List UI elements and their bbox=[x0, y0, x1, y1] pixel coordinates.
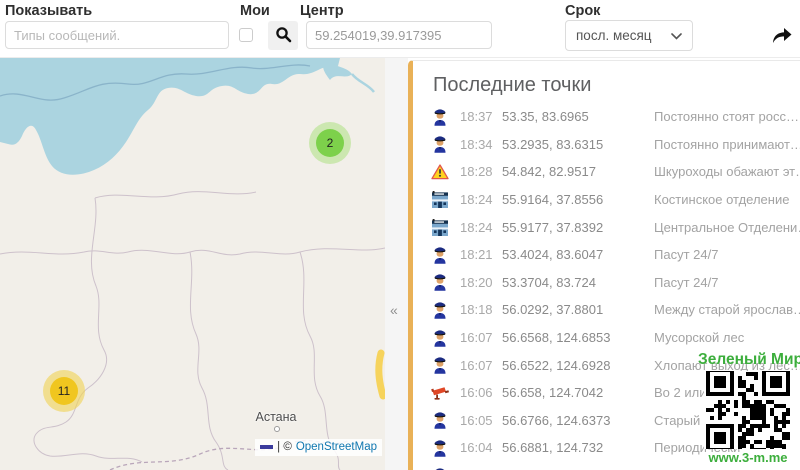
point-description: Мусорской лес bbox=[654, 330, 800, 345]
point-time: 18:34 bbox=[460, 137, 498, 152]
list-item[interactable]: 18:34 53.2935, 83.6315 Постоянно принима… bbox=[413, 131, 800, 159]
chevron-down-icon bbox=[671, 28, 682, 43]
point-time: 16:06 bbox=[460, 385, 498, 400]
map-canvas[interactable]: 2 11 Астана | © OpenStreetMap bbox=[0, 58, 385, 470]
point-description: Костинское отделение bbox=[654, 192, 800, 207]
police-officer-icon bbox=[429, 411, 451, 429]
list-item[interactable]: 18:18 56.0292, 37.8801 Между старой ярос… bbox=[413, 296, 800, 324]
police-station-icon bbox=[429, 219, 451, 236]
point-time: 18:24 bbox=[460, 192, 498, 207]
police-officer-icon bbox=[429, 356, 451, 374]
panel-title: Последние точки bbox=[413, 61, 800, 103]
point-coordinates: 55.9164, 37.8556 bbox=[502, 192, 654, 207]
point-coordinates: 56.6881, 124.732 bbox=[502, 440, 654, 455]
panel-gap bbox=[385, 58, 408, 470]
search-icon bbox=[275, 26, 292, 46]
point-time: 16:07 bbox=[460, 330, 498, 345]
show-label: Показывать bbox=[5, 3, 92, 19]
police-officer-icon bbox=[429, 135, 451, 153]
point-time: 16:07 bbox=[460, 358, 498, 373]
point-coordinates: 54.842, 82.9517 bbox=[502, 164, 654, 179]
point-time: 18:18 bbox=[460, 302, 498, 317]
map-attribution: | © OpenStreetMap bbox=[255, 439, 382, 456]
police-officer-icon bbox=[429, 439, 451, 457]
point-time: 16:04 bbox=[460, 440, 498, 455]
period-select-value: посл. месяц bbox=[576, 28, 652, 43]
share-arrow-icon bbox=[771, 25, 793, 48]
point-description: Постоянно принимают… bbox=[654, 137, 800, 152]
city-marker-dot bbox=[274, 426, 280, 432]
point-description: Периодически bbox=[654, 440, 800, 455]
openstreetmap-link[interactable]: OpenStreetMap bbox=[296, 441, 377, 453]
point-coordinates: 56.0292, 37.8801 bbox=[502, 302, 654, 317]
point-coordinates: 56.6522, 124.6928 bbox=[502, 358, 654, 373]
my-label: Мои bbox=[240, 3, 270, 19]
list-item[interactable]: 18:37 53.35, 83.6965 Постоянно стоят рос… bbox=[413, 103, 800, 131]
point-coordinates: 53.35, 83.6965 bbox=[502, 109, 654, 124]
point-coordinates: 53.3704, 83.724 bbox=[502, 275, 654, 290]
point-description: Между старой ярослав… bbox=[654, 302, 800, 317]
point-coordinates: 56.658, 124.7042 bbox=[502, 385, 654, 400]
point-coordinates: 56.6568, 124.6853 bbox=[502, 330, 654, 345]
list-item[interactable]: 18:28 54.842, 82.9517 Шкуроходы обажают … bbox=[413, 158, 800, 186]
search-button[interactable] bbox=[268, 21, 298, 50]
list-item[interactable]: 16:04 56.6881, 124.732 Периодически bbox=[413, 434, 800, 462]
point-time: 18:24 bbox=[460, 220, 498, 235]
cluster-count: 2 bbox=[316, 129, 344, 157]
police-officer-icon bbox=[429, 301, 451, 319]
map-cluster-green[interactable]: 2 bbox=[309, 122, 351, 164]
road-segment bbox=[379, 353, 383, 396]
police-officer-icon bbox=[429, 246, 451, 264]
cctv-camera-icon bbox=[429, 386, 451, 400]
map-cluster-yellow[interactable]: 11 bbox=[43, 370, 85, 412]
point-coordinates: 53.2935, 83.6315 bbox=[502, 137, 654, 152]
city-label: Астана bbox=[244, 410, 308, 424]
list-item[interactable]: 16:07 56.6568, 124.6853 Мусорской лес bbox=[413, 324, 800, 352]
cluster-count: 11 bbox=[50, 377, 78, 405]
point-time: 18:21 bbox=[460, 247, 498, 262]
list-item[interactable]: 16:05 56.6766, 124.6373 Старый город bbox=[413, 407, 800, 435]
list-item[interactable]: 16:03 56.6374, 124.6942 Периодически кат… bbox=[413, 462, 800, 470]
police-officer-icon bbox=[429, 329, 451, 347]
list-item[interactable]: 18:20 53.3704, 83.724 Пасут 24/7 bbox=[413, 269, 800, 297]
point-description: Старый город bbox=[654, 413, 800, 428]
list-item[interactable]: 18:24 55.9177, 37.8392 Центральное Отдел… bbox=[413, 213, 800, 241]
point-coordinates: 56.6766, 124.6373 bbox=[502, 413, 654, 428]
point-time: 18:28 bbox=[460, 164, 498, 179]
share-button[interactable] bbox=[768, 22, 796, 50]
point-description: Пасут 24/7 bbox=[654, 247, 800, 262]
point-description: Шкуроходы обажают эт… bbox=[654, 164, 800, 179]
list-item[interactable]: 18:21 53.4024, 83.6047 Пасут 24/7 bbox=[413, 241, 800, 269]
point-description: Постоянно стоят росс… bbox=[654, 109, 800, 124]
point-coordinates: 53.4024, 83.6047 bbox=[502, 247, 654, 262]
point-description: Пасут 24/7 bbox=[654, 275, 800, 290]
list-item[interactable]: 18:24 55.9164, 37.8556 Костинское отделе… bbox=[413, 186, 800, 214]
list-item[interactable]: 16:07 56.6522, 124.6928 Хлопают выход из… bbox=[413, 351, 800, 379]
collapse-panel-button[interactable]: « bbox=[390, 302, 398, 318]
center-label: Центр bbox=[300, 3, 344, 19]
message-types-input[interactable] bbox=[5, 21, 229, 49]
period-label: Срок bbox=[565, 3, 600, 19]
police-officer-icon bbox=[429, 467, 451, 470]
point-time: 18:20 bbox=[460, 275, 498, 290]
period-select[interactable]: посл. месяц bbox=[565, 20, 693, 51]
scale-bar bbox=[260, 445, 273, 449]
police-officer-icon bbox=[429, 273, 451, 291]
warning-icon bbox=[429, 164, 451, 180]
point-time: 16:05 bbox=[460, 413, 498, 428]
point-description: Во 2 или 3 по bbox=[654, 385, 800, 400]
attribution-separator: | © bbox=[277, 441, 292, 453]
top-toolbar: Показывать Мои Центр Срок посл. месяц bbox=[0, 0, 800, 58]
latest-points-panel: Последние точки 18:37 53.35, 83.6965 Пос… bbox=[408, 60, 800, 470]
point-time: 18:37 bbox=[460, 109, 498, 124]
my-checkbox[interactable] bbox=[239, 28, 253, 42]
point-description: Центральное Отделени… bbox=[654, 220, 800, 235]
point-coordinates: 55.9177, 37.8392 bbox=[502, 220, 654, 235]
police-officer-icon bbox=[429, 108, 451, 126]
center-coordinates-input[interactable] bbox=[306, 21, 492, 49]
points-list: 18:37 53.35, 83.6965 Постоянно стоят рос… bbox=[413, 103, 800, 470]
list-item[interactable]: 16:06 56.658, 124.7042 Во 2 или 3 по bbox=[413, 379, 800, 407]
point-description: Хлопают выход из лес… bbox=[654, 358, 800, 373]
police-station-icon bbox=[429, 191, 451, 208]
